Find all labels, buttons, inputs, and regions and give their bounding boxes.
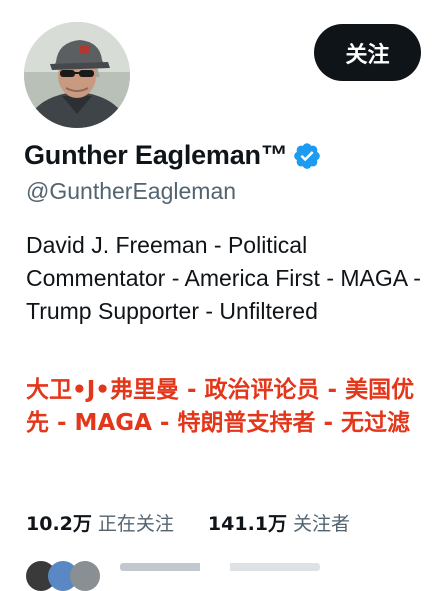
profile-name-row: Gunther Eagleman™ bbox=[24, 140, 322, 171]
following-label: 正在关注 bbox=[97, 513, 174, 535]
profile-stats: 10.2万 正在关注 141.1万 关注者 bbox=[26, 509, 350, 536]
verified-badge-icon[interactable] bbox=[292, 141, 322, 171]
followed-by-row bbox=[0, 555, 444, 591]
followed-by-text bbox=[120, 563, 320, 571]
avatar[interactable] bbox=[24, 22, 130, 128]
following-count: 10.2万 bbox=[26, 513, 92, 535]
follow-button[interactable]: 关注 bbox=[314, 24, 421, 81]
followers-count: 141.1万 bbox=[207, 513, 288, 535]
bio-translation: 大卫•J•弗里曼 - 政治评论员 - 美国优先 - MAGA - 特朗普支持者 … bbox=[26, 377, 415, 436]
avatar-image bbox=[24, 22, 130, 128]
followers-label: 关注者 bbox=[293, 513, 351, 535]
followers-stat-link[interactable]: 141.1万 关注者 bbox=[208, 509, 350, 536]
following-stat-link[interactable]: 10.2万 正在关注 bbox=[26, 509, 174, 536]
profile-handle: @GuntherEagleman bbox=[26, 178, 237, 204]
profile-bio: David J. Freeman - Political Commentator… bbox=[26, 232, 421, 324]
display-name: Gunther Eagleman™ bbox=[24, 140, 288, 170]
follower-avatar bbox=[70, 561, 100, 591]
